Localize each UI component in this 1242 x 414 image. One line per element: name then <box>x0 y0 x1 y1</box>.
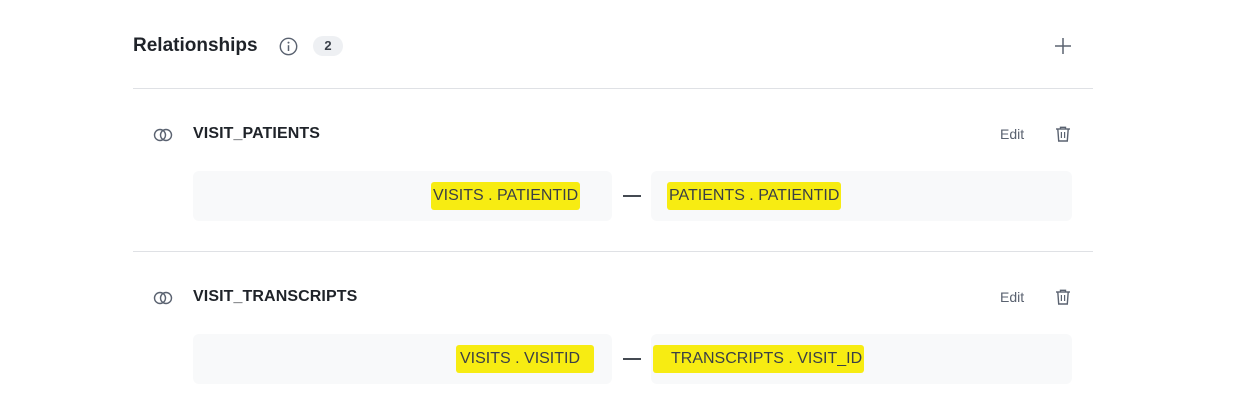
relation-connector <box>623 358 641 360</box>
trash-icon <box>1056 289 1070 305</box>
source-field: VISITS . VISITID <box>456 345 595 373</box>
edit-button[interactable]: Edit <box>1000 289 1024 305</box>
link-rings-icon <box>153 127 173 143</box>
target-field-box: PATIENTS . PATIENTID <box>651 171 1072 221</box>
source-field-box: VISITS . PATIENTID <box>193 171 612 221</box>
info-icon[interactable] <box>279 37 298 56</box>
relationships-header: Relationships 2 <box>133 0 1093 89</box>
relationship-item: VISIT_TRANSCRIPTS Edit VISITS . VISITID … <box>133 251 1093 414</box>
add-relationship-button[interactable] <box>1052 35 1074 57</box>
relationship-name: VISIT_TRANSCRIPTS <box>193 288 358 305</box>
delete-button[interactable] <box>1054 125 1072 143</box>
target-field: TRANSCRIPTS . VISIT_ID <box>653 345 865 373</box>
trash-icon <box>1056 126 1070 142</box>
source-field-box: VISITS . VISITID <box>193 334 612 384</box>
edit-button[interactable]: Edit <box>1000 126 1024 142</box>
source-field: VISITS . PATIENTID <box>431 182 581 210</box>
target-field-box: TRANSCRIPTS . VISIT_ID <box>651 334 1072 384</box>
relationships-panel: Relationships 2 VISIT_PATIENTS Edit VISI… <box>133 0 1093 414</box>
section-title: Relationships <box>133 35 258 56</box>
delete-button[interactable] <box>1054 288 1072 306</box>
relationship-item: VISIT_PATIENTS Edit VISITS . PATIENTID P… <box>133 89 1093 251</box>
target-field: PATIENTS . PATIENTID <box>667 182 842 210</box>
relation-connector <box>623 195 641 197</box>
plus-icon <box>1055 38 1071 54</box>
link-rings-icon <box>153 290 173 306</box>
count-badge: 2 <box>313 36 343 56</box>
relationship-name: VISIT_PATIENTS <box>193 125 321 142</box>
